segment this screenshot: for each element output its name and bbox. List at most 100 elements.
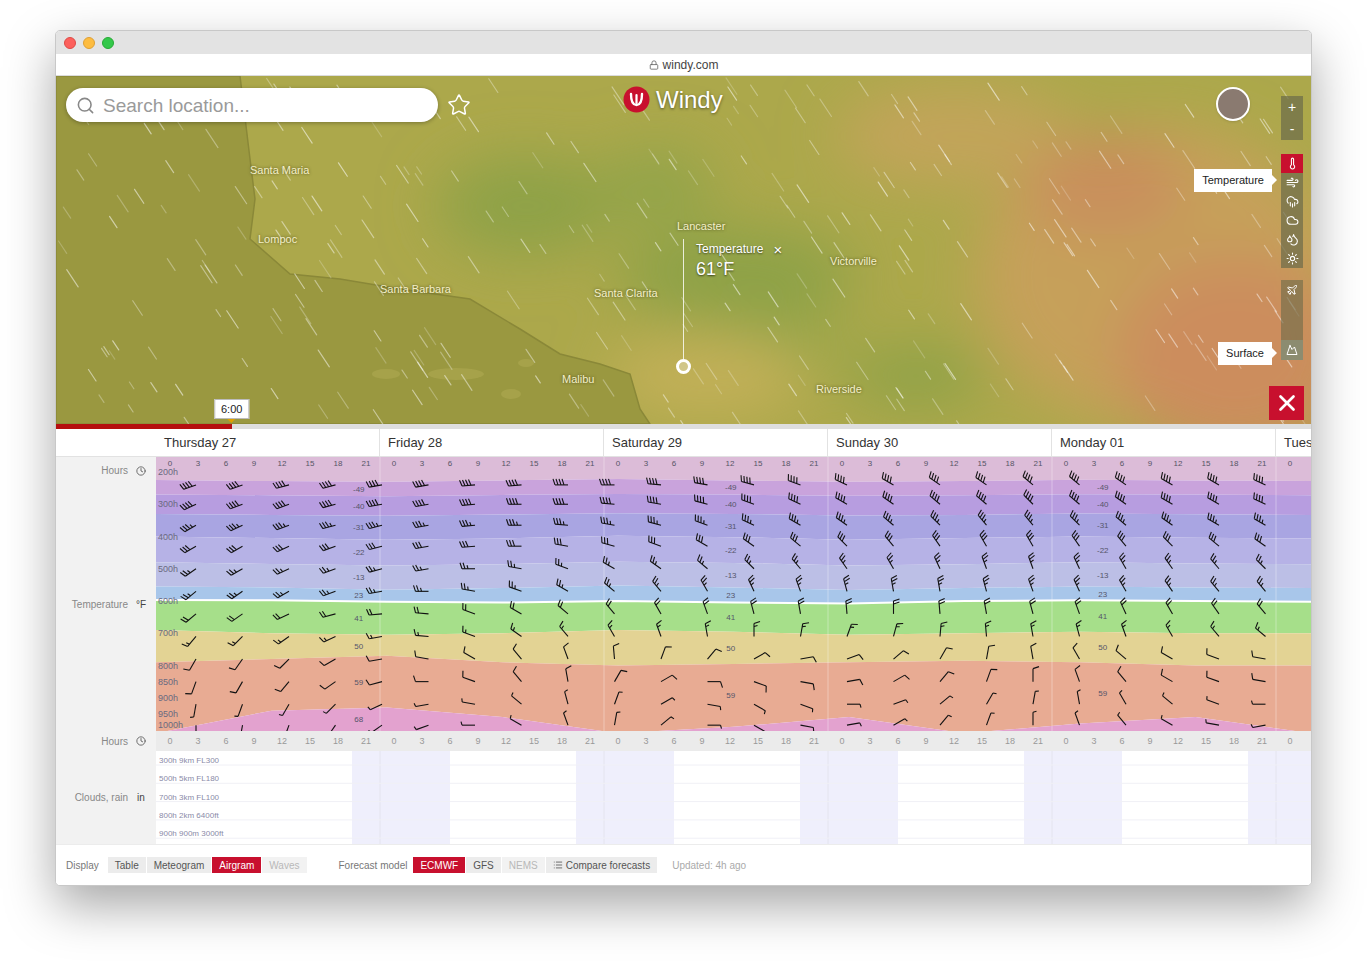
hour-tick: 15 <box>1201 736 1211 746</box>
maximize-window-button[interactable] <box>102 37 114 49</box>
layer-button[interactable] <box>1281 230 1303 249</box>
logo[interactable]: Windy <box>623 86 723 113</box>
wind-barb <box>796 575 802 591</box>
wind-barb <box>319 636 335 641</box>
pressure-label: 900h <box>158 693 178 703</box>
band-label: -31 <box>353 523 365 532</box>
altitude-tooltip: Surface <box>1218 342 1277 365</box>
minimize-window-button[interactable] <box>83 37 95 49</box>
wind-barb <box>323 704 335 713</box>
zoom-button[interactable]: - <box>1281 118 1303 140</box>
layer-button[interactable] <box>1281 154 1303 173</box>
title-bar <box>56 31 1311 54</box>
display-option[interactable]: Table <box>108 857 146 873</box>
wind-barb <box>414 676 429 682</box>
hour-tick: 0 <box>615 736 620 746</box>
layer-button[interactable] <box>1281 211 1303 230</box>
band-label: -49 <box>353 485 365 494</box>
wind-barb <box>882 472 893 485</box>
wind-barb <box>1029 553 1035 569</box>
hour-tick: 15 <box>306 459 315 468</box>
wind-barb <box>894 700 908 704</box>
wind-barb <box>319 590 335 596</box>
wind-barb <box>1254 492 1266 504</box>
windy-logo-icon <box>623 86 650 113</box>
search-box[interactable]: Search location... <box>66 88 438 122</box>
zoom-button[interactable]: + <box>1281 96 1303 118</box>
layer-button[interactable] <box>1281 173 1303 192</box>
wind-barb <box>180 501 196 509</box>
cloud-level-label: 900h 900m 3000ft <box>159 829 224 838</box>
hour-tick: 9 <box>475 736 480 746</box>
temperature-band <box>156 457 1311 482</box>
wind-barb <box>615 670 628 681</box>
wind-barb <box>885 531 893 546</box>
wind-barb <box>1211 576 1219 591</box>
wind-barb <box>1252 673 1266 682</box>
hour-tick: 3 <box>643 736 648 746</box>
wind-barb <box>1257 576 1265 591</box>
hour-tick: 21 <box>361 736 371 746</box>
map[interactable]: Santa MariaLompocSanta BarbaraSanta Clar… <box>56 76 1311 424</box>
hour-tick: 15 <box>1202 459 1211 468</box>
popup-close[interactable]: × <box>773 242 782 257</box>
location-pin[interactable] <box>676 359 691 374</box>
wind-barb <box>1255 533 1266 547</box>
wind-barb <box>847 704 861 708</box>
wind-barb <box>507 519 522 525</box>
display-option[interactable]: Meteogram <box>147 857 212 873</box>
altitude-button[interactable] <box>1281 280 1303 300</box>
wind-barb <box>603 556 614 569</box>
hour-tick: 6 <box>672 459 677 468</box>
clouds-chart[interactable]: 300h 9km FL300500h 5km FL180700h 3km FL1… <box>156 751 1311 844</box>
hour-tick: 18 <box>782 459 791 468</box>
airgram-chart[interactable]: -49-49-49-40-40-40-31-31-31-22-22-22-13-… <box>156 457 1311 731</box>
compare-button[interactable]: Compare forecasts <box>546 857 657 873</box>
hour-tick: 9 <box>1148 459 1153 468</box>
browser-window: windy.comSanta MariaLompocSanta BarbaraS… <box>55 30 1312 886</box>
band-label: 59 <box>354 678 363 687</box>
address-bar[interactable]: windy.com <box>56 54 1311 76</box>
model-option[interactable]: ECMWF <box>413 857 465 873</box>
hour-tick: 12 <box>277 736 287 746</box>
wind-barb <box>226 524 242 531</box>
wind-barb <box>463 671 475 682</box>
layer-button[interactable] <box>1281 249 1303 268</box>
user-avatar[interactable] <box>1216 87 1250 121</box>
layer-button[interactable] <box>1281 192 1303 211</box>
timeline[interactable]: 6:00 <box>56 424 1311 429</box>
wind-barb <box>601 517 615 526</box>
wind-barb <box>891 576 897 592</box>
band-label: 59 <box>1098 689 1107 698</box>
wind-barb <box>180 569 196 576</box>
pressure-label: 300h <box>158 499 178 509</box>
model-option[interactable]: GFS <box>466 857 501 873</box>
close-button[interactable] <box>1269 386 1304 420</box>
display-option[interactable]: Waves <box>262 857 306 873</box>
updated-label: Updated: 4h ago <box>672 858 746 873</box>
hour-tick: 6 <box>671 736 676 746</box>
wind-barb <box>319 522 335 529</box>
wind-barb <box>181 614 196 622</box>
day-header: Thursday 27Friday 28Saturday 29Sunday 30… <box>56 429 1311 457</box>
wind-barb <box>507 540 522 546</box>
wind-barb <box>836 492 847 505</box>
star-icon[interactable] <box>447 93 471 117</box>
wind-barb <box>273 614 289 620</box>
wind-barb <box>935 553 941 569</box>
wind-barb <box>940 622 947 636</box>
altitude-button[interactable] <box>1281 340 1303 360</box>
temperature-band <box>156 479 1311 496</box>
wind-barb <box>694 476 708 485</box>
hour-tick: 12 <box>1174 459 1183 468</box>
close-window-button[interactable] <box>64 37 76 49</box>
model-option[interactable]: NEMS <box>502 857 545 873</box>
display-option[interactable]: Airgram <box>212 857 261 873</box>
wind-barb <box>696 533 707 546</box>
hour-tick: 15 <box>530 459 539 468</box>
temperature-band <box>156 513 1311 539</box>
hour-tick: 12 <box>1173 736 1183 746</box>
hour-tick: 15 <box>753 736 763 746</box>
wind-barb <box>1212 598 1219 614</box>
model-label: Forecast model <box>339 858 408 873</box>
